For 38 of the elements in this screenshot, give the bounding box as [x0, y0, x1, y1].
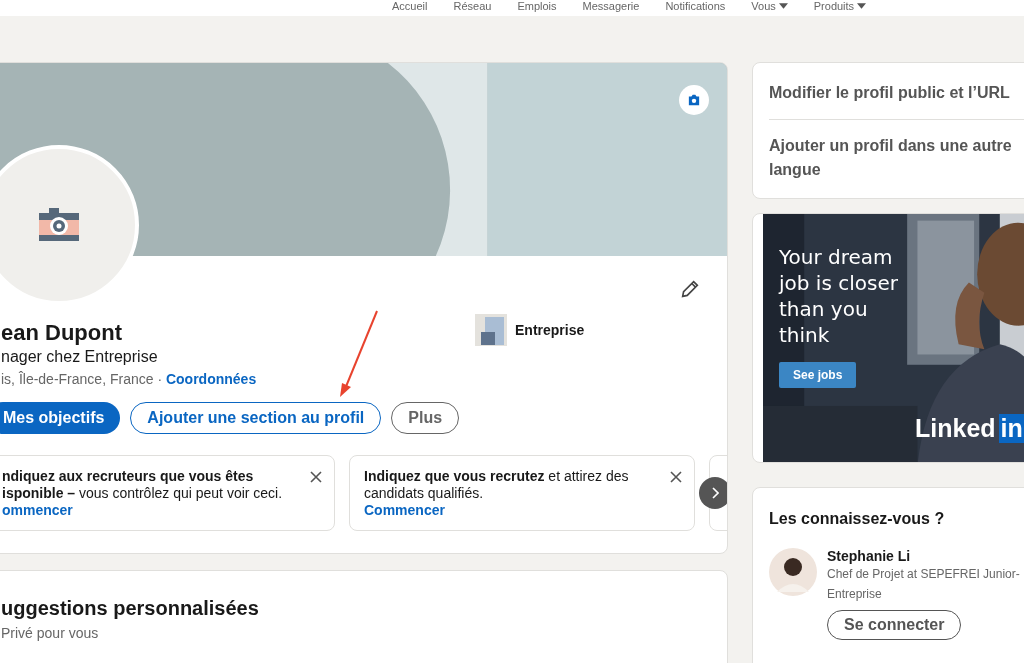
- section-title: Les connaissez-vous ?: [769, 510, 946, 528]
- avatar-icon: [769, 548, 817, 596]
- person-name[interactable]: Stephanie Li: [827, 548, 1024, 564]
- profile-action-button[interactable]: Plus: [391, 402, 460, 434]
- nav-item[interactable]: Vous: [751, 0, 788, 12]
- chevron-icon: [711, 487, 719, 499]
- close-icon[interactable]: [670, 471, 682, 483]
- ad-headline: Your dream job is closer than you think: [779, 244, 899, 348]
- profile-headline: nager chez Entreprise: [1, 347, 159, 367]
- company-logo-icon: [475, 314, 507, 346]
- nav-item[interactable]: Notifications: [665, 0, 726, 12]
- contact-link[interactable]: Coordonnées: [165, 371, 257, 387]
- close-icon[interactable]: [310, 471, 322, 483]
- brand-logo: Linked in: [915, 414, 1024, 443]
- company-name: Entreprise: [515, 321, 585, 340]
- camera-icon: [687, 94, 701, 106]
- see-jobs-button[interactable]: See jobs: [779, 362, 857, 388]
- sidebar-link[interactable]: Ajouter un profil dans une autre langue: [769, 130, 1024, 186]
- next-button[interactable]: [699, 477, 727, 509]
- suggestion-text: Indiquez que vous recrutez et attirez des candidats qualifiés.: [364, 468, 629, 501]
- nav-item[interactable]: Produits: [813, 0, 867, 12]
- location-text: is, Île-de-France, France ·: [1, 371, 164, 387]
- nav-item[interactable]: Réseau: [453, 0, 492, 12]
- start-link[interactable]: ommencer: [2, 502, 310, 519]
- edit-icon[interactable]: [679, 278, 701, 300]
- profile-action-button[interactable]: Mes objectifs: [0, 402, 121, 434]
- profile-action-button[interactable]: Ajouter une section au profil: [130, 402, 382, 434]
- connect-button[interactable]: Se connecter: [827, 610, 962, 640]
- section-title: uggestions personnalisées: [1, 596, 260, 621]
- start-link[interactable]: Commencer: [364, 502, 670, 519]
- profile-name: ean Dupont: [1, 320, 123, 346]
- suggestion-text: ndiquez aux recruteurs que vous êtes isponible – vous contrôlez qui peut voir ceci.: [2, 468, 283, 501]
- nav-item[interactable]: Messagerie: [582, 0, 640, 12]
- person-subtitle: Chef de Projet at SEPEFREI Junior-Entreprise: [827, 566, 1021, 603]
- privacy-note: Privé pour vous: [1, 625, 99, 641]
- nav-item[interactable]: Emplois: [517, 0, 557, 12]
- sidebar-link[interactable]: Modifier le profil public et l’URL: [769, 77, 1024, 109]
- nav-item[interactable]: Accueil: [392, 0, 428, 12]
